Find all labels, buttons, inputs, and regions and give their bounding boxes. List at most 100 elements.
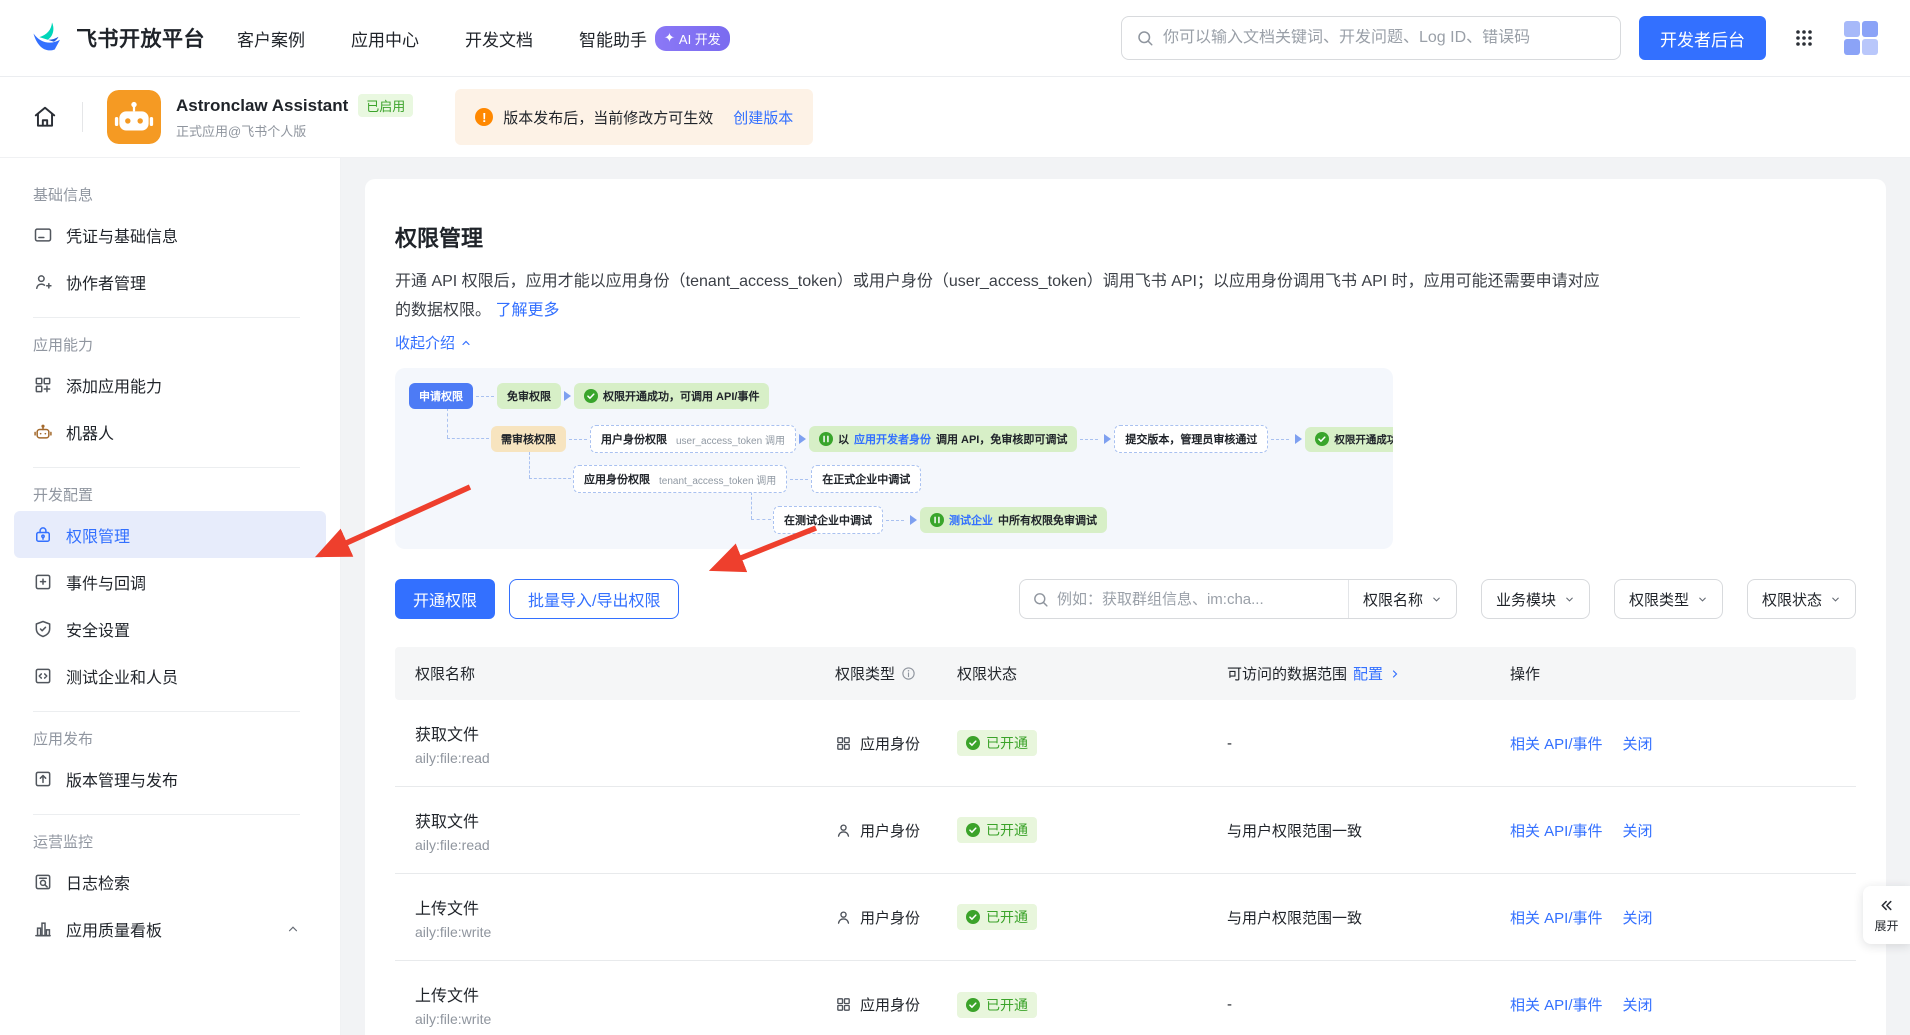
status-badge: 已开通 (957, 817, 1037, 843)
sidebar-item-test-enterprise[interactable]: 测试企业和人员 (0, 652, 340, 699)
permission-search[interactable]: 权限名称 (1019, 579, 1457, 619)
filter-permission-type[interactable]: 权限类型 (1614, 579, 1723, 619)
permission-type: 应用身份 (860, 994, 920, 1015)
nav-link-app-center[interactable]: 应用中心 (351, 26, 419, 51)
permission-type: 用户身份 (860, 907, 920, 928)
section-app-capability: 应用能力 (33, 334, 340, 355)
flow-node-submit-version: 提交版本，管理员审核通过 (1114, 425, 1268, 453)
workspace-avatar[interactable] (1842, 19, 1880, 57)
sidebar-item-permissions[interactable]: 权限管理 (14, 511, 326, 558)
close-permission-link[interactable]: 关闭 (1623, 907, 1653, 928)
divider (33, 711, 300, 712)
nav-link-cases[interactable]: 客户案例 (237, 26, 305, 51)
filter-permission-name[interactable]: 权限名称 (1348, 580, 1456, 618)
app-name: Astronclaw Assistant (176, 96, 348, 116)
shield-check-icon (33, 619, 53, 639)
related-api-link[interactable]: 相关 API/事件 (1510, 994, 1603, 1015)
sidebar-item-collaborators[interactable]: 协作者管理 (0, 258, 340, 305)
flow-node-success: 权限开通成功，可调用 API/事件 (574, 383, 769, 409)
create-version-link[interactable]: 创建版本 (733, 107, 793, 128)
data-scope: - (1227, 996, 1510, 1013)
filter-permission-status[interactable]: 权限状态 (1747, 579, 1856, 619)
header-permission-name: 权限名称 (415, 663, 835, 684)
permission-name: 上传文件 (415, 982, 835, 1006)
sidebar: 基础信息 凭证与基础信息 协作者管理 应用能力 (0, 158, 341, 1035)
event-callback-icon (33, 572, 53, 592)
topnav-links: 客户案例 应用中心 开发文档 智能助手 ✦ AI 开发 (237, 26, 730, 51)
connector (447, 408, 448, 438)
status-badge: 已开通 (957, 904, 1037, 930)
brand[interactable]: 飞书开放平台 (30, 20, 205, 56)
related-api-link[interactable]: 相关 API/事件 (1510, 820, 1603, 841)
flow-arrow-icon (564, 391, 571, 401)
permission-type: 用户身份 (860, 820, 920, 841)
header-data-scope: 可访问的数据范围 配置 (1227, 663, 1510, 684)
related-api-link[interactable]: 相关 API/事件 (1510, 733, 1603, 754)
chevron-down-icon (1697, 594, 1708, 605)
sidebar-item-credentials[interactable]: 凭证与基础信息 (0, 211, 340, 258)
divider (33, 317, 300, 318)
connector (751, 519, 771, 520)
sidebar-item-log-search[interactable]: 日志检索 (0, 858, 340, 905)
collapse-intro-link[interactable]: 收起介绍 (395, 332, 472, 353)
log-search-icon (33, 872, 53, 892)
divider (33, 814, 300, 815)
permission-code: aily:file:write (415, 924, 835, 940)
permission-search-input[interactable] (1057, 591, 1348, 608)
chevron-down-icon (1830, 594, 1841, 605)
related-api-link[interactable]: 相关 API/事件 (1510, 907, 1603, 928)
learn-more-link[interactable]: 了解更多 (495, 302, 559, 319)
flow-node-success-2: 权限开通成功，可调用 API/事件 (1305, 427, 1393, 452)
sidebar-item-quality-dashboard[interactable]: 应用质量看板 (0, 905, 340, 952)
developer-console-button[interactable]: 开发者后台 (1639, 16, 1766, 60)
sidebar-item-bot[interactable]: 机器人 (0, 408, 340, 455)
expand-label: 展开 (1874, 917, 1898, 934)
flow-node-test-free: 测试企业中所有权限免审调试 (920, 507, 1107, 533)
page-title: 权限管理 (395, 221, 1856, 253)
lock-icon (33, 525, 53, 545)
global-search-input[interactable] (1163, 29, 1606, 47)
flow-arrow-icon (1295, 434, 1302, 444)
sidebar-item-security[interactable]: 安全设置 (0, 605, 340, 652)
flow-node-need-review: 需审核权限 (491, 426, 566, 452)
close-permission-link[interactable]: 关闭 (1623, 994, 1653, 1015)
bar-chart-icon (33, 919, 53, 939)
apps-grid-icon[interactable] (1794, 28, 1814, 48)
nav-link-dev-docs[interactable]: 开发文档 (465, 26, 533, 51)
search-icon (1136, 29, 1154, 47)
sidebar-item-version-release[interactable]: 版本管理与发布 (0, 755, 340, 802)
batch-import-export-button[interactable]: 批量导入/导出权限 (509, 579, 679, 619)
flow-node-no-review: 免审权限 (497, 383, 561, 409)
permission-code: aily:file:read (415, 837, 835, 853)
close-permission-link[interactable]: 关闭 (1623, 820, 1653, 841)
flow-node-tenant-permission: 应用身份权限 tenant_access_token 调用 (573, 465, 787, 493)
info-icon[interactable] (901, 666, 916, 681)
chevron-down-icon (1564, 594, 1575, 605)
flow-node-user-permission: 用户身份权限 user_access_token 调用 (590, 425, 796, 453)
permission-name: 获取文件 (415, 808, 835, 832)
divider (33, 467, 300, 468)
scope-config-link[interactable]: 配置 (1353, 663, 1383, 684)
close-permission-link[interactable]: 关闭 (1623, 733, 1653, 754)
flow-node-apply: 申请权限 (409, 383, 473, 409)
feishu-logo-icon (30, 20, 66, 56)
user-identity-icon (835, 909, 852, 926)
table-header: 权限名称 权限类型 权限状态 可访问的数据范围 配置 (395, 647, 1856, 700)
filter-business-module[interactable]: 业务模块 (1481, 579, 1590, 619)
app-header-bar: Astronclaw Assistant 已启用 正式应用@飞书个人版 ! 版本… (0, 77, 1910, 158)
global-search[interactable] (1121, 16, 1621, 60)
data-scope: 与用户权限范围一致 (1227, 907, 1510, 928)
open-permission-button[interactable]: 开通权限 (395, 579, 495, 619)
header-permission-type: 权限类型 (835, 663, 957, 684)
warning-icon: ! (475, 108, 493, 126)
sidebar-item-events[interactable]: 事件与回调 (0, 558, 340, 605)
page-description: 开通 API 权限后，应用才能以应用身份（tenant_access_token… (395, 267, 1610, 325)
chevron-up-icon[interactable] (286, 922, 300, 936)
connector (529, 452, 530, 478)
upload-box-icon (33, 769, 53, 789)
sidebar-item-add-capability[interactable]: 添加应用能力 (0, 361, 340, 408)
nav-link-ai-assistant[interactable]: 智能助手 ✦ AI 开发 (579, 26, 730, 51)
home-icon[interactable] (32, 104, 58, 130)
section-dev-config: 开发配置 (33, 484, 340, 505)
expand-panel-button[interactable]: 展开 (1863, 886, 1910, 944)
